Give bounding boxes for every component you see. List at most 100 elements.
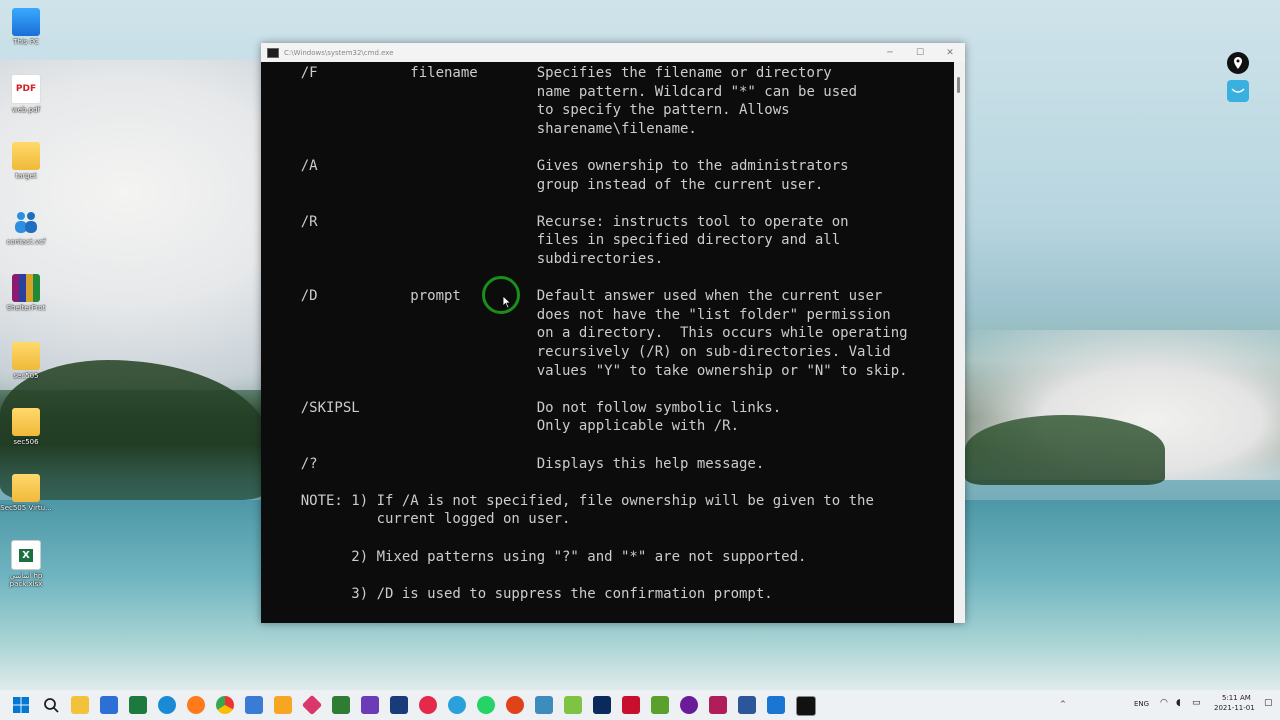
acrobat-icon[interactable] — [622, 696, 640, 714]
console-line: 3) /D is used to suppress the confirmati… — [267, 585, 773, 602]
console-line: current logged on user. — [267, 511, 571, 528]
dev-tools-icon[interactable] — [390, 696, 408, 714]
file-explorer-icon[interactable] — [71, 696, 89, 714]
app-lime-icon[interactable] — [564, 696, 582, 714]
console-line: /F filename Specifies the filename or di… — [267, 65, 832, 81]
console-line: /R Recurse: instructs tool to operate on — [267, 213, 849, 230]
console-line: NOTE: 1) If /A is not specified, file ow… — [267, 492, 874, 509]
console-line: /? Displays this help message. — [267, 455, 765, 472]
console-line: recursively (/R) on sub-directories. Val… — [267, 344, 891, 360]
monitor-icon — [12, 8, 40, 36]
app-red-icon[interactable] — [419, 696, 437, 714]
console-line: sharename\filename. — [267, 120, 697, 137]
console-line: /SKIPSL Do not follow symbolic links. — [267, 399, 782, 416]
notepad-plus-icon[interactable] — [332, 696, 350, 714]
desktop-icon-web-pdf[interactable]: PDF web.pdf — [4, 74, 48, 114]
mouse-cursor-icon — [502, 295, 512, 309]
side-widgets — [1227, 52, 1249, 108]
folder-shortcut-icon — [12, 474, 40, 502]
winrar-icon — [12, 274, 40, 302]
folder-icon — [12, 408, 40, 436]
visual-studio-icon[interactable] — [361, 696, 379, 714]
desktop-icon-label: sec506 — [13, 438, 39, 446]
app-green2-icon[interactable] — [651, 696, 669, 714]
desktop-icon-sec505-virtual[interactable]: Sec505 Virtu... — [0, 474, 52, 512]
desktop-icon-target[interactable]: target — [4, 142, 48, 180]
contacts-icon — [12, 208, 40, 236]
desktop-icon-shelterprot[interactable]: ShelterProt — [4, 274, 48, 312]
desktop-icon-sec506[interactable]: sec506 — [4, 408, 48, 446]
console-line: does not have the "list folder" permissi… — [267, 306, 891, 323]
console-line: group instead of the current user. — [267, 176, 824, 193]
console-line: values "Y" to take ownership or "N" to s… — [267, 362, 908, 379]
chrome-icon[interactable] — [216, 696, 234, 714]
window-titlebar[interactable]: C:\Windows\system32\cmd.exe ─ ☐ ✕ — [261, 43, 965, 62]
chevron-up-icon[interactable]: ^ — [1060, 700, 1066, 708]
folder-icon — [12, 342, 40, 370]
excel-icon: X — [11, 540, 41, 570]
desktop-icon-this-pc[interactable]: This PC — [4, 8, 48, 46]
desktop-icon-label: This PC — [13, 38, 39, 46]
clock-date[interactable]: 2021-11-01 — [1214, 704, 1255, 712]
desktop-icon-label: sec505 — [13, 372, 39, 380]
close-button[interactable]: ✕ — [935, 43, 965, 62]
edge-icon[interactable] — [158, 696, 176, 714]
powershell-icon[interactable] — [738, 696, 756, 714]
click-indicator — [482, 276, 520, 314]
wifi-icon[interactable]: ◠ — [1160, 698, 1168, 708]
desktop-icon-label: Sec505 Virtu... — [0, 504, 52, 512]
console-line: /A Gives ownership to the administrators — [267, 158, 849, 174]
battery-icon[interactable]: ▭ — [1192, 698, 1201, 708]
cmd-window[interactable]: C:\Windows\system32\cmd.exe ─ ☐ ✕ /F fil… — [261, 43, 965, 623]
app-window-icon[interactable] — [767, 696, 785, 714]
console-line: subdirectories. — [267, 251, 664, 267]
desktop-icon-xlsx[interactable]: X اساسي hp pack.xlsx — [4, 540, 48, 588]
desktop-icon-label: target — [15, 172, 37, 180]
cmd-app-icon — [267, 47, 279, 58]
record-icon[interactable] — [506, 696, 524, 714]
window-controls: ─ ☐ ✕ — [875, 43, 965, 62]
store-icon[interactable] — [100, 696, 118, 714]
photoshop-icon[interactable] — [593, 696, 611, 714]
maximize-button[interactable]: ☐ — [905, 43, 935, 62]
window-title: C:\Windows\system32\cmd.exe — [284, 48, 394, 57]
console-line: name pattern. Wildcard "*" can be used — [267, 83, 858, 100]
console-line: Only applicable with /R. — [267, 418, 740, 435]
console-line: on a directory. This occurs while operat… — [267, 325, 908, 342]
app-green-icon[interactable] — [129, 696, 147, 714]
language-indicator[interactable]: ENG — [1134, 700, 1149, 708]
desktop-icon-label: web.pdf — [11, 106, 41, 114]
console-line: /D prompt Default answer used when the c… — [267, 288, 883, 305]
folder-icon — [12, 142, 40, 170]
console-line: 2) Mixed patterns using "?" and "*" are … — [267, 548, 807, 565]
whatsapp-icon[interactable] — [477, 696, 495, 714]
app-purple-icon[interactable] — [680, 696, 698, 714]
cmd-taskbar-icon[interactable] — [796, 696, 816, 716]
notification-icon[interactable]: ▢ — [1264, 698, 1273, 708]
console-scrollbar[interactable] — [954, 62, 965, 623]
search-icon[interactable] — [42, 696, 60, 714]
desktop-icon-label: ShelterProt — [6, 304, 46, 312]
desktop-icon-sec505[interactable]: sec505 — [4, 342, 48, 380]
telegram-icon[interactable] — [448, 696, 466, 714]
desktop-icon-contact[interactable]: contact.vcf — [4, 208, 48, 246]
scrollbar-thumb[interactable] — [957, 77, 960, 93]
clock-time[interactable]: 5:11 AM — [1222, 694, 1251, 702]
screen-capture-icon[interactable] — [1227, 80, 1249, 102]
console-line: to specify the pattern. Allows — [267, 102, 790, 119]
location-pin-icon[interactable] — [1227, 52, 1249, 74]
app-orange-icon[interactable] — [274, 696, 292, 714]
vscode-blue-icon[interactable] — [245, 696, 263, 714]
minimize-button[interactable]: ─ — [875, 43, 905, 62]
app-blue-icon[interactable] — [535, 696, 553, 714]
console-line: files in specified directory and all — [267, 232, 841, 249]
app-magenta-icon[interactable] — [709, 696, 727, 714]
pdf-icon: PDF — [11, 74, 41, 104]
wallpaper-forest-right — [965, 415, 1165, 485]
volume-icon[interactable]: ◖ — [1176, 698, 1181, 708]
desktop-icon-label: اساسي hp pack.xlsx — [9, 572, 43, 588]
console-output[interactable]: /F filename Specifies the filename or di… — [261, 62, 954, 623]
start-button[interactable] — [12, 696, 30, 714]
firefox-icon[interactable] — [187, 696, 205, 714]
desktop-icon-label: contact.vcf — [6, 238, 46, 246]
